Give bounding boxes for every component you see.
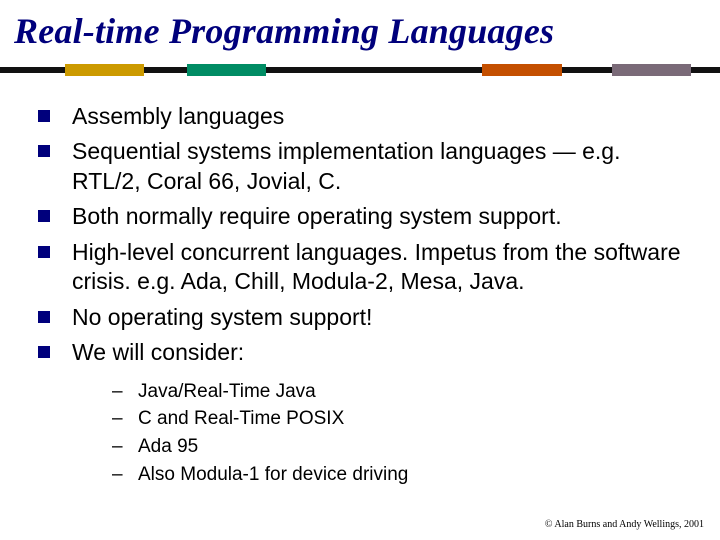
sub-bullet-text: Ada 95 xyxy=(138,435,198,460)
list-item: – Java/Real-Time Java xyxy=(112,380,692,405)
list-item: – Also Modula-1 for device driving xyxy=(112,463,692,488)
square-bullet-icon xyxy=(38,145,50,157)
list-item: Assembly languages xyxy=(38,102,692,131)
bullet-text: Assembly languages xyxy=(72,102,284,131)
list-item: We will consider: xyxy=(38,338,692,367)
dash-bullet-icon: – xyxy=(112,380,128,405)
dash-bullet-icon: – xyxy=(112,463,128,488)
bullet-text: High-level concurrent languages. Impetus… xyxy=(72,238,692,297)
square-bullet-icon xyxy=(38,110,50,122)
list-item: No operating system support! xyxy=(38,303,692,332)
list-item: Sequential systems implementation langua… xyxy=(38,137,692,196)
list-item: – Ada 95 xyxy=(112,435,692,460)
list-item: High-level concurrent languages. Impetus… xyxy=(38,238,692,297)
bullet-text: No operating system support! xyxy=(72,303,372,332)
bullet-text: Sequential systems implementation langua… xyxy=(72,137,692,196)
dash-bullet-icon: – xyxy=(112,435,128,460)
decorative-bar xyxy=(0,64,720,76)
bullet-text: Both normally require operating system s… xyxy=(72,202,562,231)
bar-accent-mauve xyxy=(612,64,691,76)
square-bullet-icon xyxy=(38,311,50,323)
square-bullet-icon xyxy=(38,346,50,358)
sub-bullet-text: Also Modula-1 for device driving xyxy=(138,463,408,488)
sub-list: – Java/Real-Time Java – C and Real-Time … xyxy=(112,380,692,488)
bar-accent-orange xyxy=(482,64,561,76)
square-bullet-icon xyxy=(38,210,50,222)
bar-accent-teal xyxy=(187,64,266,76)
bullet-text: We will consider: xyxy=(72,338,244,367)
sub-bullet-text: Java/Real-Time Java xyxy=(138,380,316,405)
sub-bullet-text: C and Real-Time POSIX xyxy=(138,407,344,432)
bar-accent-gold xyxy=(65,64,144,76)
slide-title: Real-time Programming Languages xyxy=(0,0,720,58)
square-bullet-icon xyxy=(38,246,50,258)
slide-body: Assembly languages Sequential systems im… xyxy=(0,76,720,487)
copyright-footer: © Alan Burns and Andy Wellings, 2001 xyxy=(545,519,704,530)
list-item: – C and Real-Time POSIX xyxy=(112,407,692,432)
list-item: Both normally require operating system s… xyxy=(38,202,692,231)
dash-bullet-icon: – xyxy=(112,407,128,432)
